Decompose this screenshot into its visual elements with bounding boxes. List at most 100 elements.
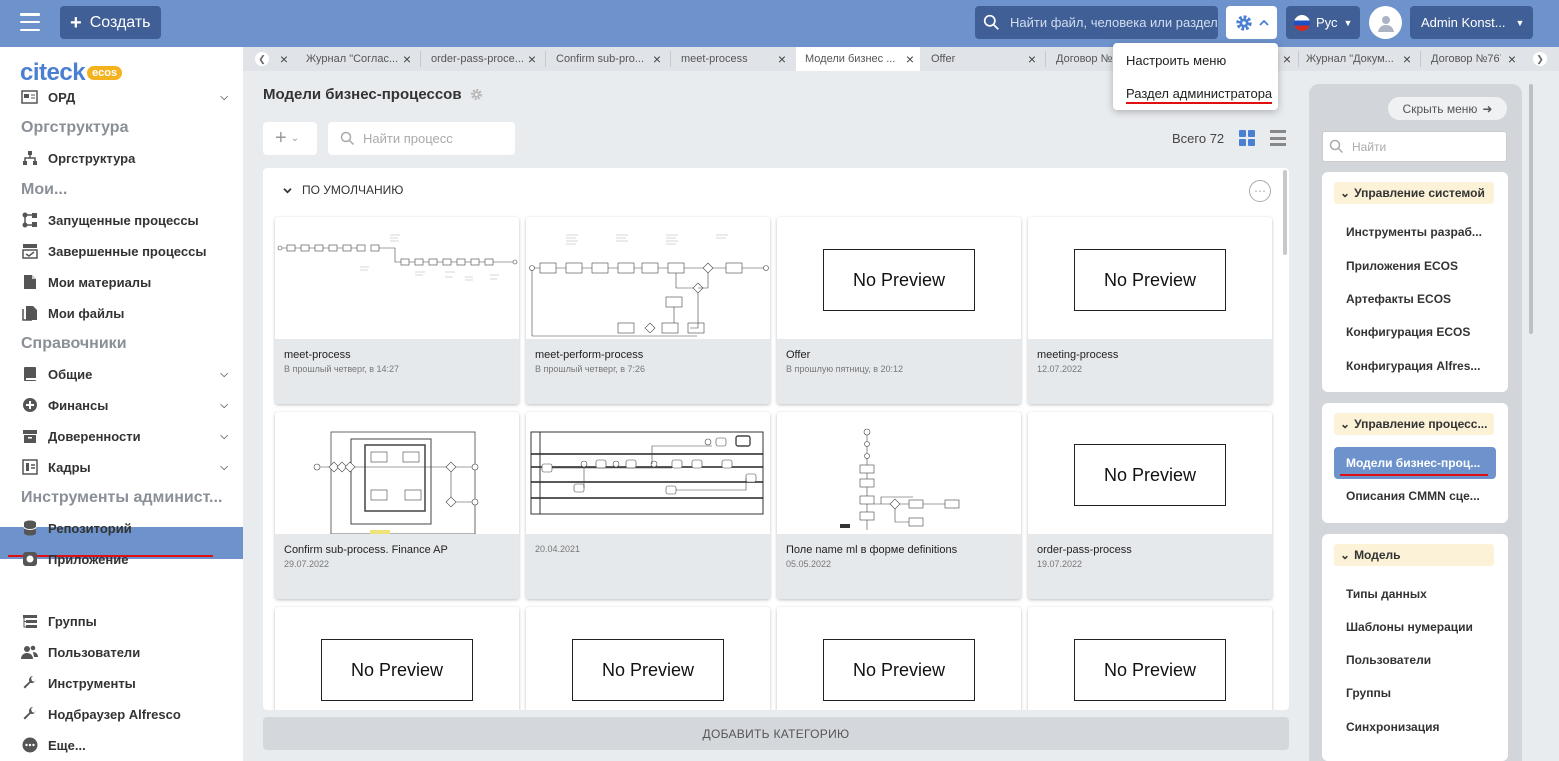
close-icon[interactable]: × [778,51,786,67]
process-card[interactable]: No Preview [1028,607,1272,710]
sidebar-item-ord[interactable]: ОРД ⌵ [21,89,236,105]
sidebar-item-completed-processes[interactable]: Завершенные процессы [21,243,236,259]
sidebar-item-powers-of-attorney[interactable]: Доверенности ⌵ [21,428,236,444]
sidebar-item-my-files[interactable]: Мои файлы [21,305,236,321]
sidebar-item-process-editor[interactable]: Редактор бизнес-процессов [21,582,236,598]
process-card[interactable]: Confirm sub-process. Finance AP 29.07.20… [275,412,519,599]
sidebar-item-users[interactable]: Пользователи [21,644,236,660]
main-scrollbar[interactable] [1283,170,1287,255]
citeck-ecos-logo[interactable]: citeck ecos [20,59,123,87]
more-options-icon[interactable]: ⋯ [1249,180,1271,202]
close-icon[interactable]: × [528,51,536,67]
tab-separator [670,51,671,67]
sidebar-item-repository[interactable]: Репозиторий [21,520,236,536]
sidebar-item-application[interactable]: Приложение [21,551,236,567]
user-menu-button[interactable]: Admin Konst... ▼ [1410,6,1533,39]
section-header[interactable]: ⌄ Модель [1334,544,1494,566]
tabs-scroll-left-icon[interactable]: ❮ [255,52,269,66]
process-date: В прошлый четверг, в 7:26 [535,364,646,374]
global-search-input[interactable]: Найти файл, человека или раздел [975,6,1218,39]
process-card[interactable]: Поле name ml в форме definitions 05.05.2… [777,412,1021,599]
sidebar-item-more[interactable]: Еще... [21,737,236,753]
tab-journal-documents[interactable]: Журнал "Докум... × [1297,47,1417,71]
process-card[interactable]: No Preview order-pass-process 19.07.2022 [1028,412,1272,599]
right-panel-search-input[interactable]: Найти [1322,131,1507,162]
sidebar-item-tools[interactable]: Инструменты [21,675,236,691]
process-models-panel: ПО УМОЛЧАНИЮ ⋯ meet-process В прошлый че… [263,168,1289,710]
tabs-scroll-right-icon[interactable]: ❯ [1533,52,1547,66]
tab-close-partial[interactable]: × [273,47,294,71]
create-button[interactable]: + Создать [60,6,161,39]
tab-offer[interactable]: Offer × [922,47,1042,71]
sidebar-item-nodebrowser[interactable]: Нодбраузер Alfresco [21,706,236,722]
tab-contract[interactable]: Договор № [1047,47,1113,71]
menu-item-groups[interactable]: Группы [1346,686,1391,700]
close-icon[interactable]: × [1508,51,1516,67]
menu-item-configure-menu[interactable]: Настроить меню [1126,53,1226,68]
close-icon[interactable]: × [1403,51,1411,67]
close-icon[interactable]: × [1283,51,1291,67]
menu-item-ecos-artifacts[interactable]: Артефакты ECOS [1346,292,1451,306]
process-card[interactable]: No Preview [777,607,1021,710]
sidebar-item-my-materials[interactable]: Мои материалы [21,274,236,290]
sidebar-item-org-structure[interactable]: Оргструктура [21,150,236,166]
process-card[interactable]: No Preview meeting-process 12.07.2022 [1028,217,1272,404]
bpmn-preview [275,412,519,535]
gear-icon[interactable] [470,88,483,101]
tab-order-pass-process[interactable]: order-pass-proce... × [422,47,542,71]
menu-item-admin-section[interactable]: Раздел администратора [1126,86,1273,104]
tab-close-hidden[interactable]: × [1277,47,1297,71]
sidebar-item-groups[interactable]: Группы [21,613,236,629]
sidebar-item-general[interactable]: Общие ⌵ [21,366,236,382]
add-category-button[interactable]: ДОБАВИТЬ КАТЕГОРИЮ [263,717,1289,750]
tab-contract-767[interactable]: Договор №767 × [1422,47,1522,71]
sidebar-item-staff[interactable]: Кадры ⌵ [21,459,236,475]
tab-confirm-sub-process[interactable]: Confirm sub-pro... × [547,47,667,71]
close-icon[interactable]: × [1028,51,1036,67]
sidebar-item-running-processes[interactable]: Запущенные процессы [21,212,236,228]
category-header[interactable]: ПО УМОЛЧАНИЮ [283,183,403,197]
process-card[interactable]: No Preview Offer В прошлую пятницу, в 20… [777,217,1021,404]
language-selector[interactable]: Рус ▼ [1286,6,1360,39]
menu-item-ecos-apps[interactable]: Приложения ECOS [1346,259,1458,273]
add-process-button[interactable]: + ⌄ [263,122,317,155]
close-icon[interactable]: × [280,51,288,67]
process-card[interactable]: 20.04.2021 [526,412,770,599]
process-card[interactable]: No Preview [275,607,519,710]
tab-business-process-models[interactable]: Модели бизнес ... × [796,47,920,71]
list-view-icon[interactable] [1270,130,1286,146]
right-panel-scrollbar[interactable] [1529,84,1533,334]
menu-item-ecos-config[interactable]: Конфигурация ECOS [1346,325,1470,339]
sidebar-item-label: Завершенные процессы [48,243,207,259]
menu-item-numbering-templates[interactable]: Шаблоны нумерации [1346,620,1473,634]
grid-view-icon[interactable] [1239,130,1255,146]
newspaper-icon [21,89,38,105]
menu-item-data-types[interactable]: Типы данных [1346,587,1427,601]
sidebar-item-finance[interactable]: Финансы ⌵ [21,397,236,413]
menu-item-bp-models[interactable]: Модели бизнес-проц... [1346,456,1480,470]
process-card[interactable]: meet-process В прошлый четверг, в 14:27 [275,217,519,404]
close-icon[interactable]: × [403,51,411,67]
menu-item-users[interactable]: Пользователи [1346,653,1431,667]
settings-button[interactable] [1226,6,1277,39]
menu-item-cmmn-descriptions[interactable]: Описания CMMN сце... [1346,489,1480,503]
tab-label: meet-process [681,53,748,65]
logo-word: citeck [20,59,86,86]
process-card[interactable]: No Preview [526,607,770,710]
hide-menu-button[interactable]: Скрыть меню ➜ [1388,97,1507,120]
hamburger-menu-icon[interactable] [20,13,40,31]
chevron-down-icon: ⌵ [220,91,228,103]
section-header[interactable]: ⌄ Управление процесс... [1334,413,1494,435]
close-icon[interactable]: × [906,51,914,67]
process-card[interactable]: meet-perform-process В прошлый четверг, … [526,217,770,404]
menu-item-dev-tools[interactable]: Инструменты разраб... [1346,225,1482,239]
menu-item-alfresco-config[interactable]: Конфигурация Alfres... [1346,359,1480,373]
tab-meet-process[interactable]: meet-process × [672,47,792,71]
menu-item-sync[interactable]: Синхронизация [1346,720,1440,734]
process-search-input[interactable]: Найти процесс [328,122,515,155]
section-header[interactable]: ⌄ Управление системой [1334,182,1494,204]
annotation-underline [1340,474,1488,476]
close-icon[interactable]: × [653,51,661,67]
tab-journal-approval[interactable]: Журнал "Соглас... × [297,47,417,71]
avatar[interactable] [1369,6,1402,39]
